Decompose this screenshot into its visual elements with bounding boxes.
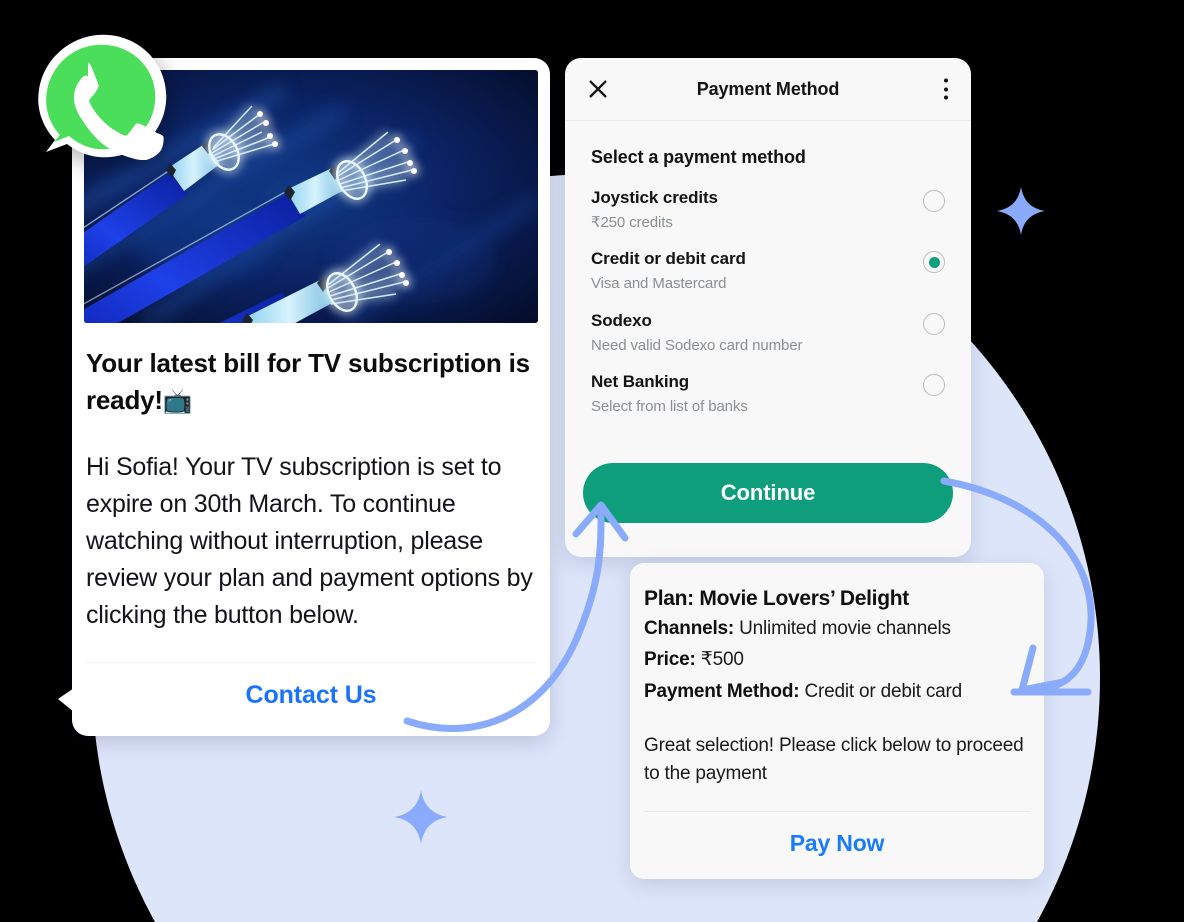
payment-option-credit-or-debit-card[interactable]: Credit or debit card Visa and Mastercard bbox=[591, 233, 945, 294]
option-sublabel: ₹250 credits bbox=[591, 214, 673, 232]
message-title-text: Your latest bill for TV subscription is … bbox=[86, 348, 530, 415]
radio-button-sodexo[interactable] bbox=[923, 312, 945, 335]
tv-emoji: 📺 bbox=[162, 387, 193, 415]
close-icon[interactable] bbox=[587, 78, 609, 100]
whatsapp-logo bbox=[38, 34, 167, 161]
plan-summary-card: Plan: Movie Lovers’ Delight Channels: Un… bbox=[630, 563, 1044, 879]
option-label: Credit or debit card bbox=[591, 249, 746, 269]
plan-row-key: Channels: bbox=[644, 618, 735, 640]
plan-row-payment-method: Payment Method: Credit or debit card bbox=[644, 678, 1030, 706]
option-sublabel: Select from list of banks bbox=[591, 398, 748, 416]
screenshot-stage: Your latest bill for TV subscription is … bbox=[0, 0, 1184, 922]
plan-row-key: Price: bbox=[644, 649, 696, 671]
radio-button-net-banking[interactable] bbox=[923, 374, 945, 397]
radio-button-joystick-credits[interactable] bbox=[923, 190, 945, 212]
option-label: Joystick credits bbox=[591, 188, 718, 207]
pay-now-button[interactable]: Pay Now bbox=[630, 812, 1044, 879]
continue-button[interactable]: Continue bbox=[583, 463, 953, 524]
plan-row-value: ₹500 bbox=[700, 649, 744, 671]
plan-row-value: Credit or debit card bbox=[804, 680, 963, 702]
speech-bubble-tail bbox=[58, 687, 74, 712]
payment-sheet-header: Payment Method bbox=[565, 58, 971, 121]
option-sublabel: Need valid Sodexo card number bbox=[591, 336, 803, 354]
message-title: Your latest bill for TV subscription is … bbox=[86, 345, 536, 419]
payment-option-joystick-credits[interactable]: Joystick credits ₹250 credits bbox=[591, 172, 945, 233]
plan-title: Plan: Movie Lovers’ Delight bbox=[644, 587, 909, 610]
message-body: Hi Sofia! Your TV subscription is set to… bbox=[86, 452, 533, 629]
plan-row-price: Price: ₹500 bbox=[644, 646, 1030, 674]
payment-option-sodexo[interactable]: Sodexo Need valid Sodexo card number bbox=[591, 295, 945, 356]
contact-us-button[interactable]: Contact Us bbox=[86, 663, 536, 736]
payment-option-net-banking[interactable]: Net Banking Select from list of banks bbox=[591, 356, 945, 417]
payment-sheet-title: Payment Method bbox=[696, 78, 840, 99]
option-label: Net Banking bbox=[591, 372, 690, 392]
plan-row-channels: Channels: Unlimited movie channels bbox=[644, 615, 1030, 643]
option-label: Sodexo bbox=[591, 310, 652, 330]
plan-row-key: Payment Method: bbox=[644, 680, 800, 702]
plan-note: Great selection! Please click below to p… bbox=[644, 734, 1024, 785]
option-sublabel: Visa and Mastercard bbox=[591, 275, 727, 293]
plan-row-value: Unlimited movie channels bbox=[739, 618, 951, 640]
section-title: Select a payment method bbox=[591, 147, 806, 167]
radio-button-credit-or-debit-card[interactable] bbox=[923, 251, 945, 274]
payment-method-sheet: Payment Method Select a payment method J… bbox=[565, 58, 971, 558]
kebab-menu-icon[interactable] bbox=[944, 78, 949, 100]
sparkle-icon-top-right bbox=[997, 187, 1045, 235]
payment-option-list: Joystick credits ₹250 credits Credit or … bbox=[565, 172, 971, 417]
